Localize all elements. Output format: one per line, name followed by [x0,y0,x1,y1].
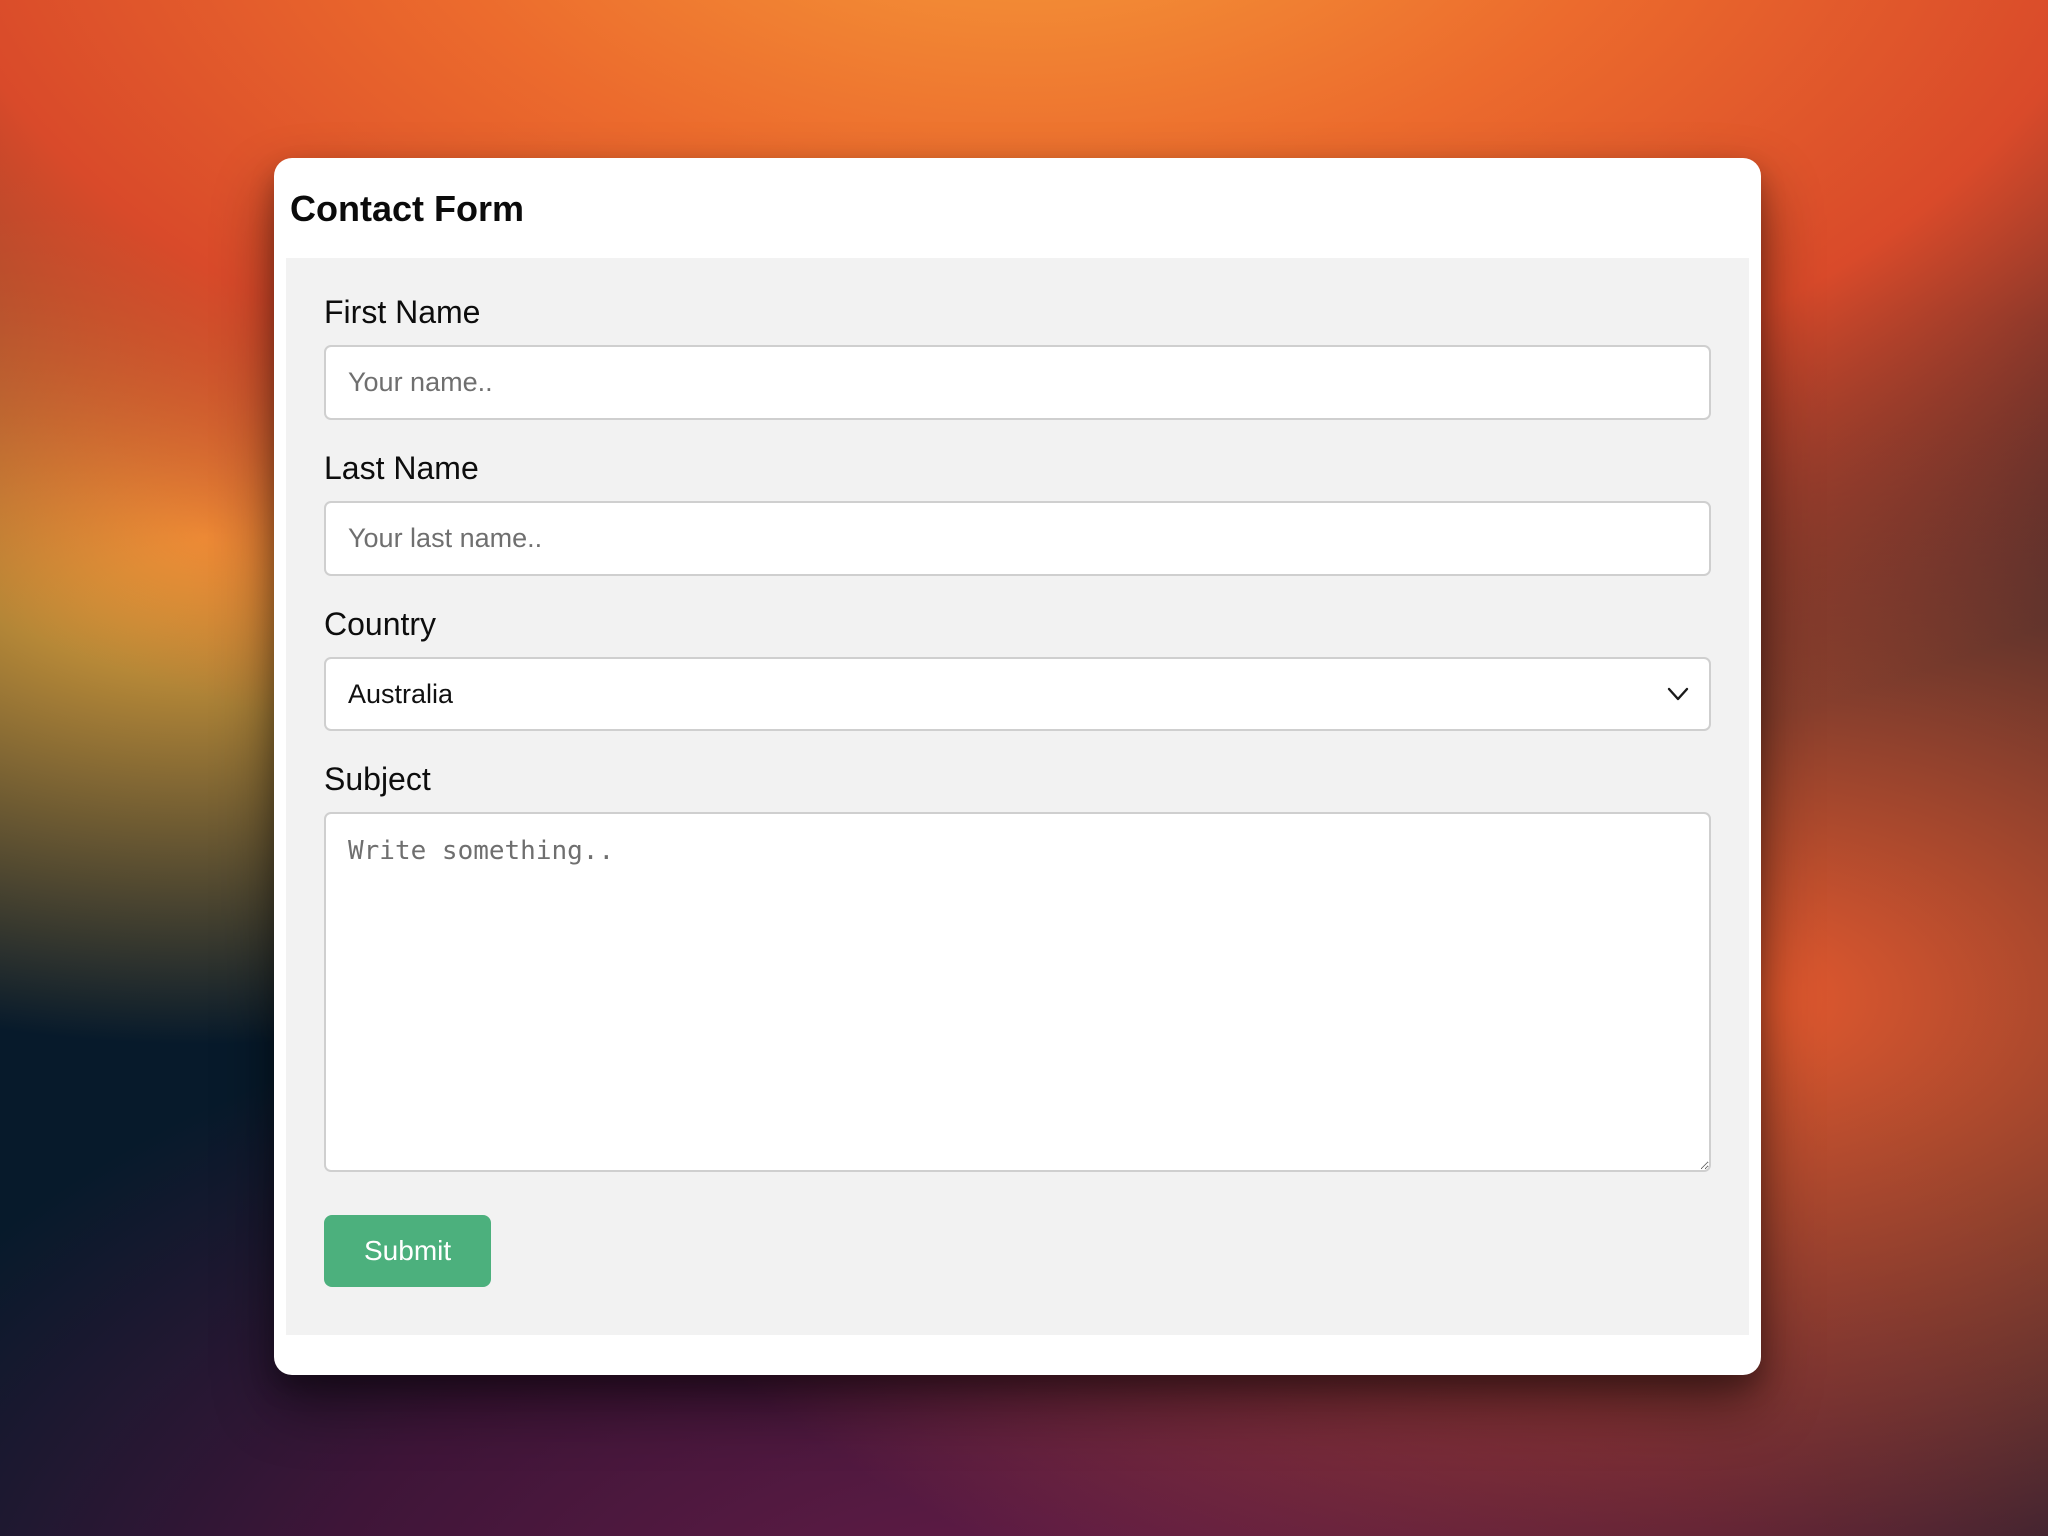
first-name-field: First Name [324,294,1711,420]
country-select-wrap: Australia [324,657,1711,731]
form-body: First Name Last Name Country Australia S [286,258,1749,1335]
last-name-input[interactable] [324,501,1711,576]
subject-field: Subject [324,761,1711,1177]
contact-form-card: Contact Form First Name Last Name Countr… [274,158,1761,1375]
last-name-label: Last Name [324,450,1711,487]
first-name-label: First Name [324,294,1711,331]
country-select[interactable]: Australia [324,657,1711,731]
subject-label: Subject [324,761,1711,798]
last-name-field: Last Name [324,450,1711,576]
form-title: Contact Form [286,170,1749,258]
country-field: Country Australia [324,606,1711,731]
subject-textarea[interactable] [324,812,1711,1172]
country-label: Country [324,606,1711,643]
first-name-input[interactable] [324,345,1711,420]
submit-button[interactable]: Submit [324,1215,491,1287]
